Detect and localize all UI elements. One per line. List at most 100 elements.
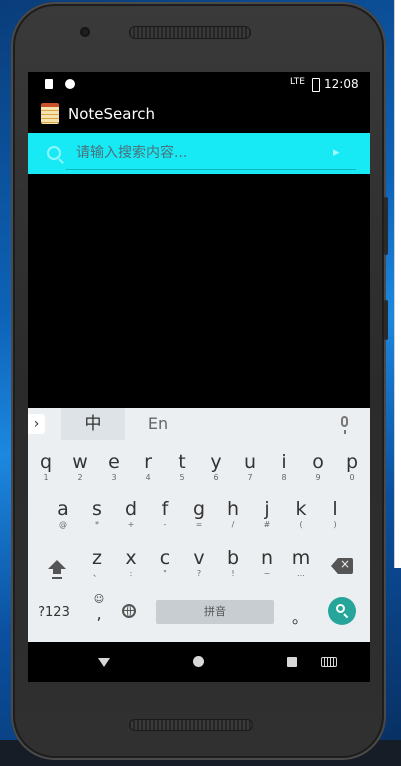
key-h[interactable]: h / bbox=[218, 497, 248, 535]
key-hint: 6 bbox=[213, 473, 219, 482]
notepad-app-icon bbox=[41, 103, 59, 124]
shift-underline bbox=[52, 577, 62, 579]
key-c[interactable]: c " bbox=[150, 546, 180, 584]
key-hint: 4 bbox=[145, 473, 151, 482]
key-p[interactable]: p0 bbox=[337, 450, 367, 488]
search-action-icon bbox=[336, 604, 345, 613]
status-time: 12:08 bbox=[324, 77, 359, 91]
key-z[interactable]: z、 bbox=[82, 546, 112, 584]
key-label: w bbox=[72, 451, 88, 473]
key-hint: … bbox=[297, 569, 305, 578]
front-camera-icon bbox=[80, 27, 90, 37]
lang-english-tab[interactable]: En bbox=[128, 408, 188, 440]
key-u[interactable]: u7 bbox=[235, 450, 265, 488]
search-input[interactable] bbox=[76, 141, 326, 165]
key-label: n bbox=[260, 547, 274, 569]
key-hint: ! bbox=[231, 569, 235, 578]
keyboard-expand-button[interactable]: › bbox=[28, 414, 45, 434]
battery-icon bbox=[312, 78, 320, 92]
key-label: o bbox=[312, 451, 324, 473]
lang-chinese-tab[interactable]: 中 bbox=[61, 408, 125, 440]
key-a[interactable]: a @ bbox=[48, 497, 78, 535]
key-v[interactable]: v? bbox=[184, 546, 214, 584]
volume-button[interactable] bbox=[384, 197, 388, 255]
key-label: s bbox=[92, 498, 102, 520]
key-label: l bbox=[332, 498, 338, 520]
search-bar: ▸ bbox=[28, 133, 370, 174]
back-nav-icon[interactable] bbox=[98, 658, 110, 667]
key-b[interactable]: b! bbox=[218, 546, 248, 584]
microphone-icon[interactable] bbox=[341, 416, 348, 434]
key-s[interactable]: s * bbox=[82, 497, 112, 535]
key-o[interactable]: o9 bbox=[303, 450, 333, 488]
key-l[interactable]: l) bbox=[320, 497, 350, 535]
key-hint: 5 bbox=[179, 473, 185, 482]
search-action-handle bbox=[343, 613, 349, 619]
notification-dot-icon bbox=[65, 79, 75, 89]
key-hint: ) bbox=[333, 520, 337, 529]
key-label: v bbox=[193, 547, 205, 569]
search-action-key[interactable] bbox=[328, 597, 356, 625]
soft-keyboard: › 中 En q 1 w 2 e 3 r 4 t 5 y 6 u 7 i 8 o 9 p 0 a @ s * d + f - g = h / j… bbox=[28, 408, 370, 642]
key-hint: - bbox=[163, 520, 167, 529]
top-speaker-grille bbox=[129, 26, 251, 39]
key-y[interactable]: y6 bbox=[201, 450, 231, 488]
key-label: u bbox=[243, 451, 257, 473]
window-divider bbox=[394, 0, 395, 568]
key-t[interactable]: t5 bbox=[167, 450, 197, 488]
shift-key[interactable] bbox=[42, 554, 72, 584]
key-m[interactable]: m… bbox=[286, 546, 316, 584]
key-hint: 7 bbox=[247, 473, 253, 482]
navigation-bar bbox=[28, 642, 370, 682]
symbols-key[interactable]: ?123 bbox=[34, 600, 74, 626]
key-label: a bbox=[57, 498, 69, 520]
key-label: b bbox=[226, 547, 240, 569]
key-w[interactable]: w2 bbox=[65, 450, 95, 488]
key-n[interactable]: n ~ bbox=[252, 546, 282, 584]
key-label: t bbox=[178, 451, 186, 473]
key-hint: @ bbox=[59, 520, 67, 529]
key-f[interactable]: f- bbox=[150, 497, 180, 535]
key-hint: + bbox=[127, 520, 135, 529]
key-j[interactable]: j # bbox=[252, 497, 282, 535]
key-label: i bbox=[281, 451, 287, 473]
key-hint: # bbox=[263, 520, 271, 529]
recents-nav-icon[interactable] bbox=[287, 657, 297, 667]
emoji-comma-key[interactable]: ☺ , bbox=[90, 594, 108, 628]
globe-icon[interactable] bbox=[122, 604, 136, 618]
key-label: m bbox=[291, 547, 311, 569]
backspace-key[interactable]: × bbox=[331, 557, 353, 574]
key-hint: / bbox=[231, 520, 235, 529]
key-k[interactable]: k( bbox=[286, 497, 316, 535]
search-input-underline bbox=[66, 169, 356, 170]
key-label: k bbox=[295, 498, 307, 520]
app-bar: NoteSearch bbox=[28, 96, 370, 133]
key-hint: 3 bbox=[111, 473, 117, 482]
key-q[interactable]: q1 bbox=[31, 450, 61, 488]
space-key[interactable]: 拼音 bbox=[156, 600, 274, 624]
app-title: NoteSearch bbox=[68, 105, 156, 123]
submit-arrow-icon[interactable]: ▸ bbox=[333, 145, 340, 160]
key-label: r bbox=[144, 451, 152, 473]
key-hint: 8 bbox=[281, 473, 287, 482]
key-hint: = bbox=[195, 520, 203, 529]
backspace-x: × bbox=[340, 557, 351, 571]
key-r[interactable]: r4 bbox=[133, 450, 163, 488]
home-nav-icon[interactable] bbox=[193, 656, 204, 667]
keyboard-switch-icon[interactable] bbox=[321, 657, 337, 667]
key-label: h bbox=[226, 498, 240, 520]
key-i[interactable]: i8 bbox=[269, 450, 299, 488]
key-x[interactable]: x: bbox=[116, 546, 146, 584]
background-window-edge bbox=[394, 0, 401, 568]
key-hint: 、 bbox=[93, 569, 101, 578]
power-button[interactable] bbox=[384, 300, 388, 340]
key-e[interactable]: e3 bbox=[99, 450, 129, 488]
key-label: y bbox=[210, 451, 222, 473]
period-key[interactable]: 。 bbox=[290, 604, 310, 627]
key-label: d bbox=[124, 498, 138, 520]
key-d[interactable]: d + bbox=[116, 497, 146, 535]
key-label: x bbox=[125, 547, 137, 569]
search-icon bbox=[47, 146, 61, 160]
status-bar: LTE 12:08 bbox=[28, 72, 370, 96]
key-g[interactable]: g = bbox=[184, 497, 214, 535]
